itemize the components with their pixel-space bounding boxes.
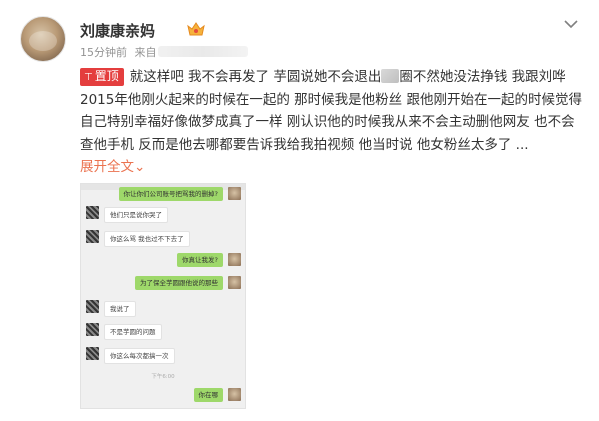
- chat-bubble-right: 你在哪: [193, 388, 223, 402]
- chat-bubble-left: 他们只是说你哭了: [104, 207, 168, 223]
- weibo-post: 刘康康亲妈 15分钟前 来自 ⊤ 置顶 就这样吧 我不会再发了 芋圆说她不会退出 圈不…: [0, 0, 599, 421]
- blurred-source: [158, 46, 248, 57]
- chat-avatar-self: [228, 187, 241, 200]
- chevron-down-small-icon: ⌄: [134, 159, 146, 175]
- expand-label[interactable]: 展开全文: [80, 159, 134, 175]
- blurred-word: [381, 69, 400, 83]
- chat-screenshot-image[interactable]: 你让你们公司账号把骂我的删掉? 他们只是说你哭了 你这么骂 我也过不下去了 你真…: [80, 183, 246, 409]
- chat-bubble-right: 为了保全芋圆跟他说的那些: [135, 276, 223, 290]
- post-text: ⊤ 置顶 就这样吧 我不会再发了 芋圆说她不会退出 圈不然她没法挣钱 我跟刘哗2015…: [80, 66, 585, 179]
- chat-bubble-right: 你真让我发?: [177, 253, 223, 267]
- chat-bubble-left: 你这么骂 我也过不下去了: [104, 231, 190, 247]
- post-text-part-1: 就这样吧 我不会再发了 芋圆说她不会退出: [129, 69, 382, 85]
- chat-avatar-other: [86, 230, 99, 243]
- post-meta: 15分钟前 来自: [80, 44, 157, 60]
- chat-avatar-other: [86, 347, 99, 360]
- chat-bubble-left: 不是芋圆的问题: [104, 324, 162, 340]
- post-time: 15分钟前: [80, 46, 127, 59]
- chevron-down-icon[interactable]: [563, 18, 579, 30]
- chat-timestamp: 下午6:00: [151, 374, 175, 380]
- chat-avatar-other: [86, 206, 99, 219]
- pin-icon: ⊤: [84, 72, 93, 83]
- chat-avatar-self: [228, 253, 241, 266]
- pin-label: 置顶: [94, 69, 119, 83]
- crown-badge-icon: [187, 22, 205, 36]
- post-source-prefix: 来自: [134, 46, 157, 59]
- avatar[interactable]: [20, 16, 66, 62]
- username[interactable]: 刘康康亲妈: [80, 20, 155, 41]
- chat-avatar-other: [86, 300, 99, 313]
- chat-bubble-left: 我说了: [104, 301, 136, 317]
- expand-full-text-link[interactable]: 展开全文⌄: [80, 159, 145, 175]
- chat-avatar-self: [228, 276, 241, 289]
- chat-bubble-left: 你这么每次都搞一次: [104, 348, 175, 364]
- pin-badge: ⊤ 置顶: [80, 68, 124, 86]
- chat-avatar-self: [228, 388, 241, 401]
- chat-avatar-other: [86, 323, 99, 336]
- chat-bubble-right: 你让你们公司账号把骂我的删掉?: [118, 187, 223, 201]
